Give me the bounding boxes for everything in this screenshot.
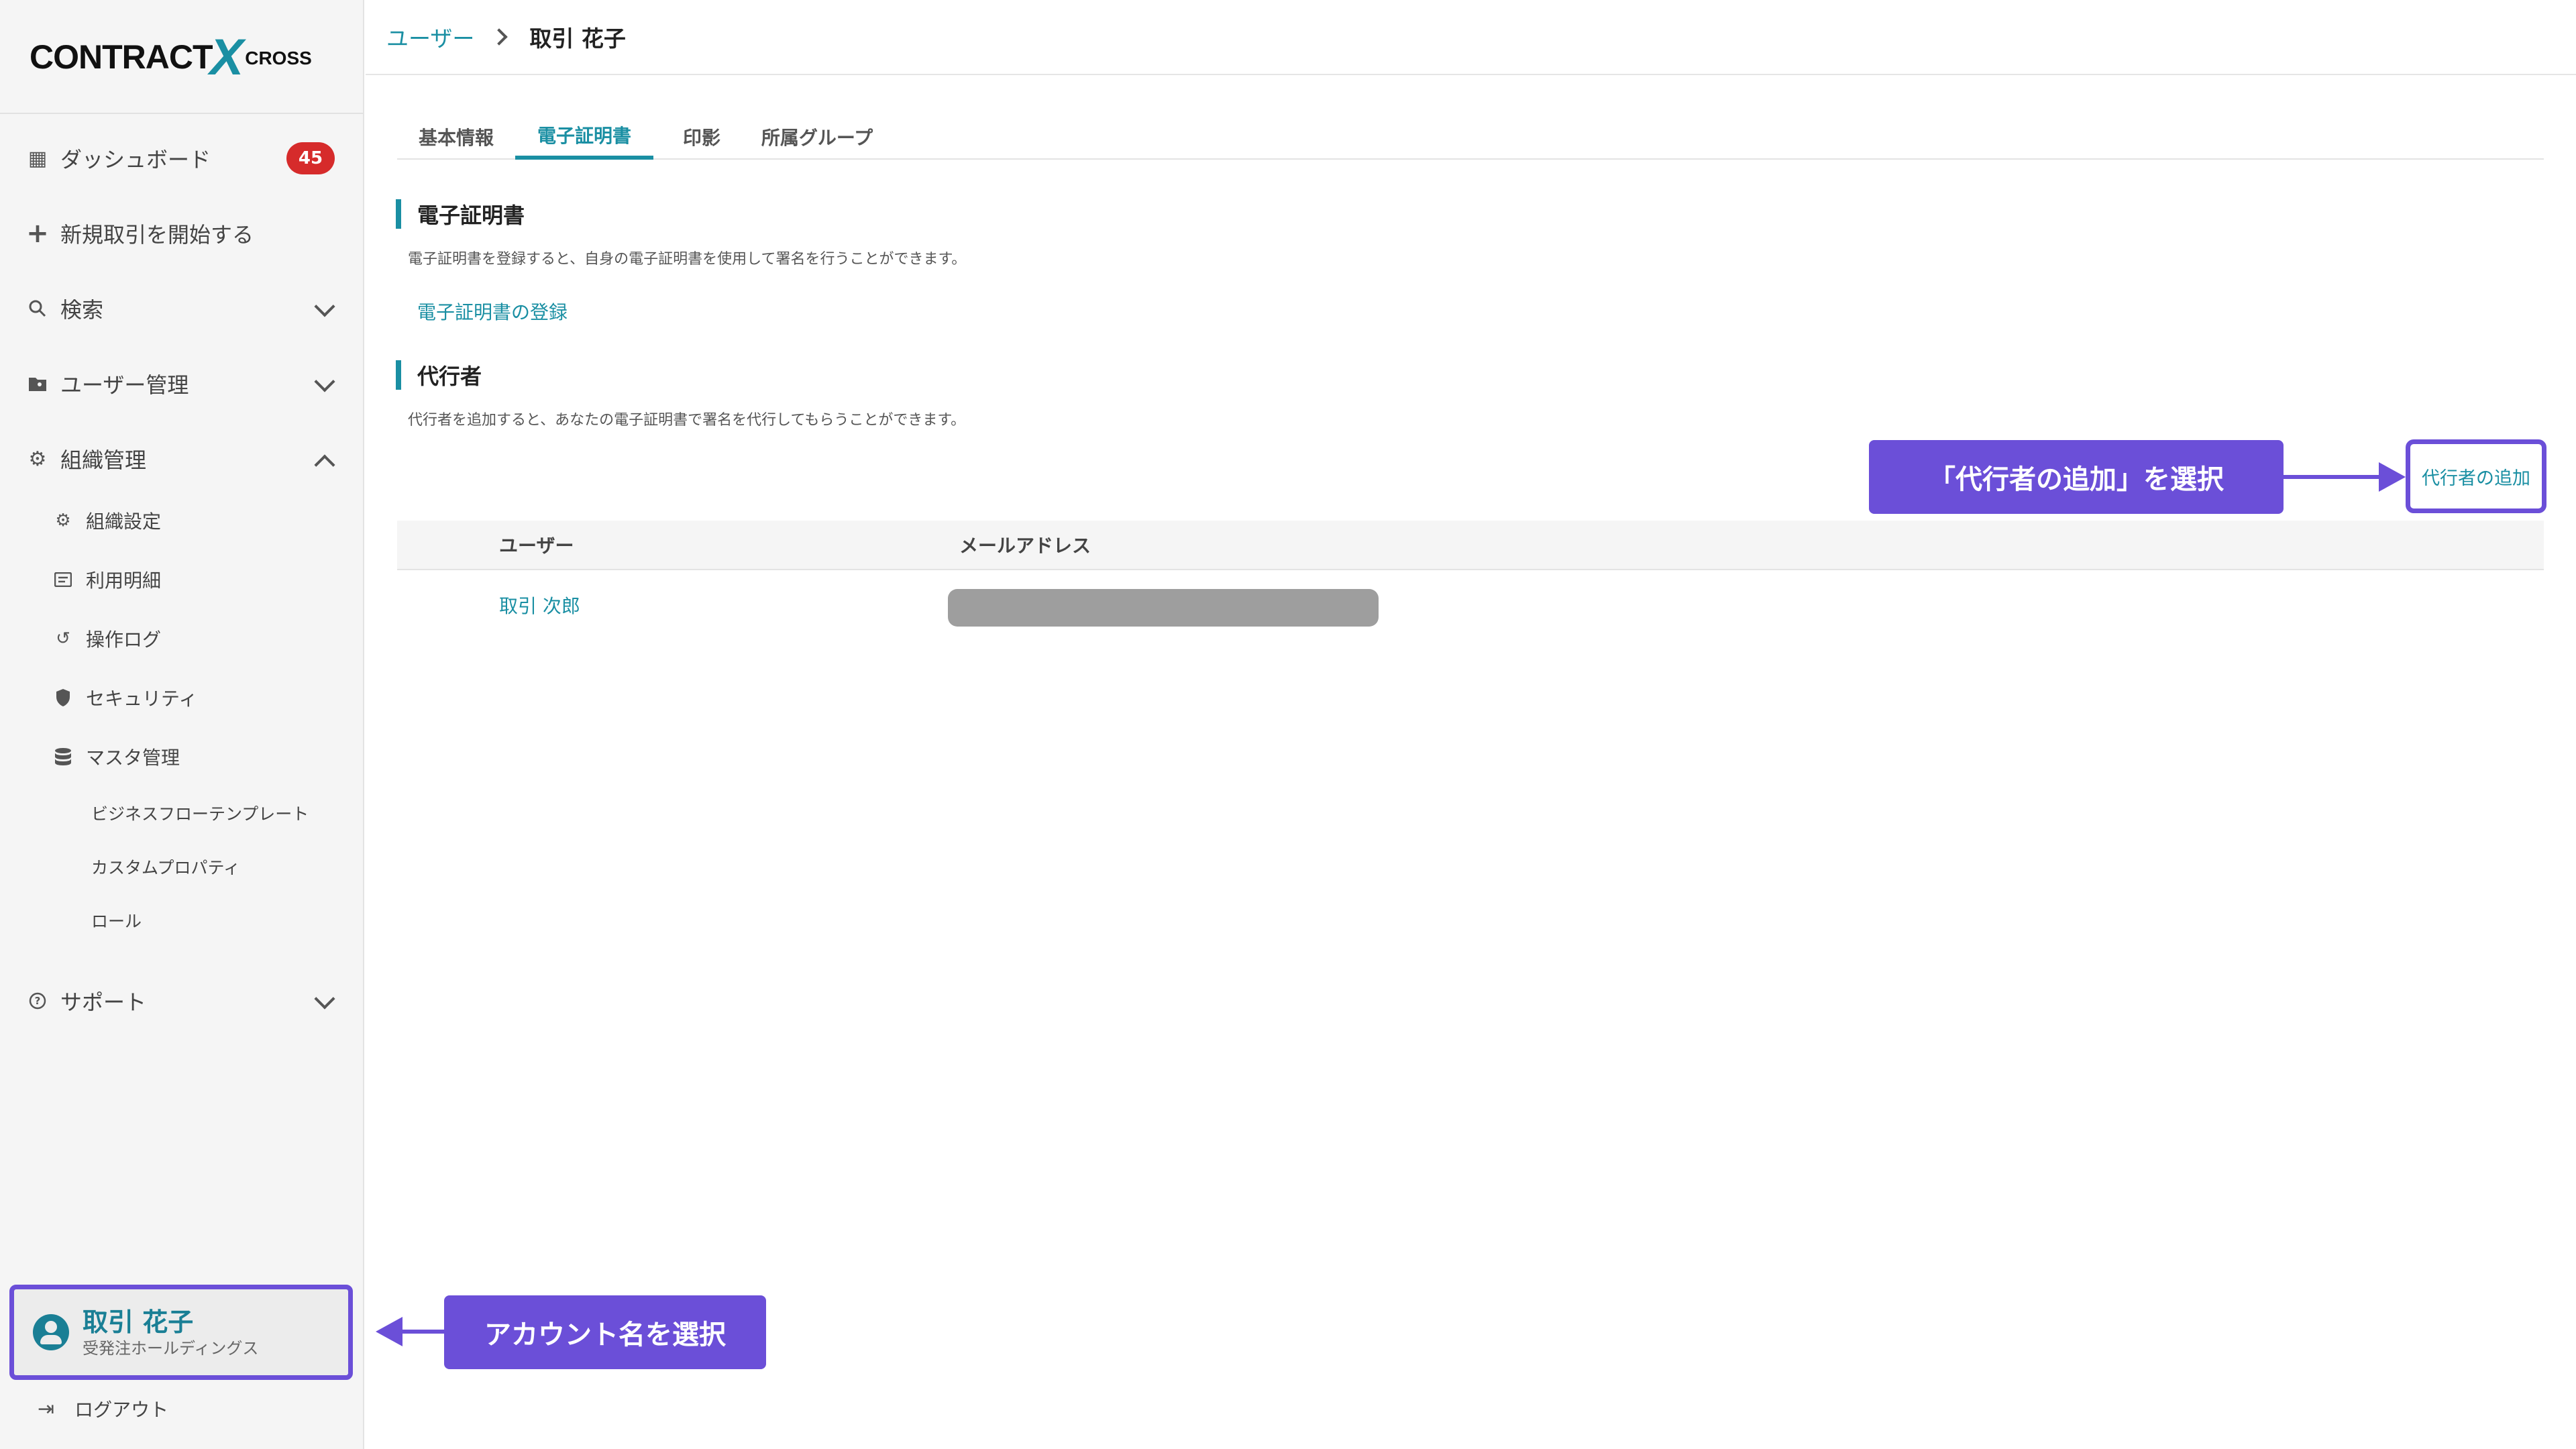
- tab-label: 所属グループ: [761, 127, 873, 149]
- sidebar-item-custom-property[interactable]: カスタムプロパティ: [91, 841, 360, 892]
- chevron-down-icon: [314, 296, 335, 317]
- tab-label: 電子証明書: [537, 125, 631, 147]
- search-icon: [27, 298, 48, 319]
- account-organization: 受発注ホールディングス: [83, 1339, 259, 1358]
- annotation-arrow-line: [400, 1330, 444, 1334]
- account-circle-icon: [33, 1314, 69, 1350]
- arrow-right-icon: [2379, 462, 2406, 492]
- logout-icon: ⇥: [38, 1397, 55, 1421]
- chevron-down-icon: [314, 988, 335, 1010]
- sidebar-item-label: マスタ管理: [86, 747, 180, 769]
- column-header-email: メールアドレス: [959, 535, 1091, 557]
- sidebar-item-label: セキュリティ: [86, 688, 198, 710]
- sidebar-item-label: 操作ログ: [86, 629, 162, 651]
- dashboard-icon: ▦: [28, 146, 48, 170]
- sidebar-divider: [0, 113, 363, 114]
- sidebar-item-label: サポート: [60, 989, 147, 1015]
- sidebar-item-role[interactable]: ロール: [91, 895, 360, 946]
- section-title-certificate: 電子証明書: [396, 199, 525, 229]
- tab-digital-certificate[interactable]: 電子証明書: [515, 114, 653, 160]
- breadcrumb: ユーザー 取引 花子: [386, 20, 626, 54]
- column-header-user: ユーザー: [499, 535, 574, 557]
- sidebar-item-search[interactable]: 検索: [0, 276, 363, 341]
- top-bar: [366, 0, 2576, 75]
- account-info: 取引 花子 受発注ホールディングス: [83, 1306, 258, 1358]
- sidebar-item-business-flow-template[interactable]: ビジネスフローテンプレート: [91, 788, 360, 839]
- account-name: 取引 花子: [83, 1307, 194, 1337]
- sidebar-item-label: 検索: [60, 297, 104, 323]
- history-icon: ↺: [56, 629, 70, 649]
- sidebar-item-label: ユーザー管理: [60, 372, 189, 398]
- sidebar-item-org-management[interactable]: ⚙ 組織管理: [0, 427, 363, 491]
- sidebar-item-label: 組織管理: [60, 447, 147, 473]
- chevron-right-icon: [490, 28, 508, 46]
- chevron-up-icon: [314, 454, 335, 476]
- chevron-down-icon: [314, 371, 335, 392]
- add-proxy-label: 代行者の追加: [2422, 468, 2530, 489]
- register-certificate-link[interactable]: 電子証明書の登録: [417, 298, 568, 325]
- breadcrumb-current: 取引 花子: [529, 25, 626, 52]
- sidebar-item-label: カスタムプロパティ: [91, 858, 241, 877]
- annotation-account: アカウント名を選択: [444, 1295, 766, 1369]
- gear-outline-icon: ⚙: [55, 511, 71, 531]
- tab-label: 基本情報: [418, 127, 494, 149]
- proxy-table-header: ユーザー メールアドレス: [397, 521, 2544, 570]
- sidebar-item-org-settings[interactable]: ⚙ 組織設定: [54, 494, 349, 547]
- tab-label: 印影: [682, 127, 720, 149]
- proxy-description: 代行者を追加すると、あなたの電子証明書で署名を代行してもらうことができます。: [408, 412, 966, 429]
- proxy-user-link[interactable]: 取引 次郎: [499, 592, 580, 619]
- tab-seal[interactable]: 印影: [660, 114, 743, 160]
- sidebar-item-label: ダッシュボード: [60, 147, 211, 172]
- folder-user-icon: [27, 373, 48, 394]
- svg-text:?: ?: [35, 995, 41, 1007]
- sidebar-item-operation-log[interactable]: ↺ 操作ログ: [54, 612, 349, 665]
- sidebar-item-label: ロール: [91, 912, 142, 931]
- contractx-logo[interactable]: CONTRACT X CROSS: [30, 29, 338, 86]
- plus-icon: +: [26, 218, 49, 249]
- sidebar-item-dashboard[interactable]: ▦ ダッシュボード 45: [0, 126, 363, 191]
- sidebar-item-security[interactable]: セキュリティ: [54, 671, 349, 724]
- annotation-add-proxy: 「代行者の追加」を選択: [1869, 440, 2284, 514]
- account-menu[interactable]: 取引 花子 受発注ホールディングス: [9, 1285, 353, 1380]
- sidebar-item-label: ビジネスフローテンプレート: [91, 804, 309, 824]
- logout-label: ログアウト: [74, 1399, 169, 1421]
- redacted-email: [948, 589, 1379, 627]
- logo-text-contract: CONTRACT: [30, 38, 213, 76]
- sidebar-item-label: 組織設定: [86, 511, 162, 533]
- add-proxy-link[interactable]: 代行者の追加: [2406, 439, 2546, 513]
- notification-badge: 45: [286, 142, 335, 174]
- gear-icon: ⚙: [28, 447, 47, 471]
- certificate-description: 電子証明書を登録すると、自身の電子証明書を使用して署名を行うことができます。: [408, 251, 967, 268]
- logo-text-cross: CROSS: [245, 48, 312, 68]
- section-title-proxy: 代行者: [396, 360, 482, 390]
- sidebar-item-support[interactable]: ? サポート: [0, 969, 363, 1033]
- sidebar-item-new-deal[interactable]: + 新規取引を開始する: [0, 201, 363, 266]
- sidebar-item-master-management[interactable]: マスタ管理: [54, 730, 349, 784]
- sidebar-item-label: 新規取引を開始する: [60, 222, 254, 248]
- tab-basic-info[interactable]: 基本情報: [397, 114, 515, 160]
- arrow-left-icon: [376, 1317, 402, 1346]
- help-circle-icon: ?: [27, 990, 48, 1012]
- shield-icon: [54, 688, 72, 707]
- sidebar: CONTRACT X CROSS ▦ ダッシュボード 45 + 新規取引を開始す…: [0, 0, 364, 1449]
- breadcrumb-users-link[interactable]: ユーザー: [386, 21, 474, 53]
- sidebar-item-usage-details[interactable]: 利用明細: [54, 553, 349, 606]
- tab-groups[interactable]: 所属グループ: [745, 114, 890, 160]
- sidebar-item-user-management[interactable]: ユーザー管理: [0, 352, 363, 416]
- annotation-arrow-line: [2284, 475, 2383, 479]
- logo-text-x: X: [209, 28, 244, 86]
- database-icon: [54, 747, 72, 766]
- logout-button[interactable]: ⇥ ログアウト: [38, 1390, 168, 1428]
- receipt-icon: [54, 570, 72, 589]
- sidebar-item-label: 利用明細: [86, 570, 162, 592]
- tab-bar: 基本情報 電子証明書 印影 所属グループ: [397, 114, 2544, 160]
